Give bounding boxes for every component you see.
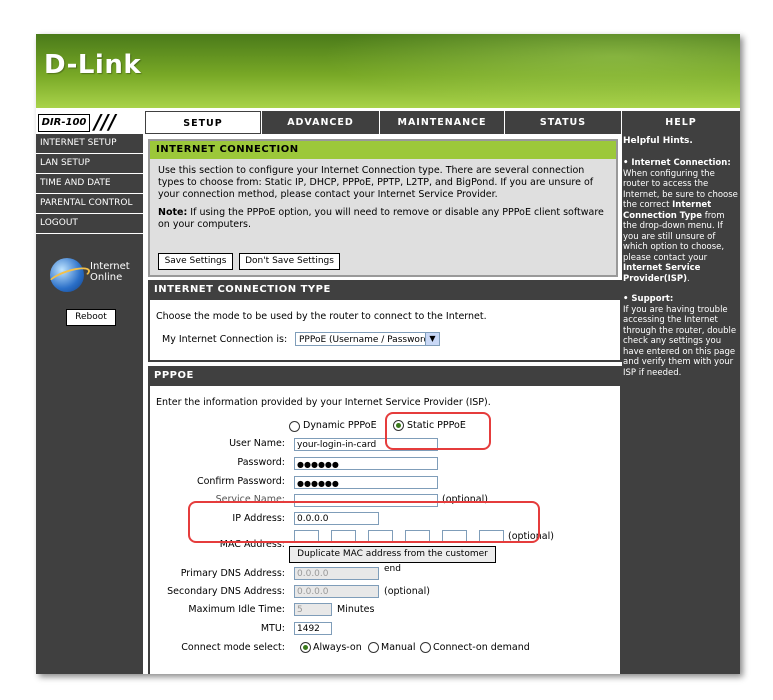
username-label: User Name: <box>229 438 285 449</box>
sidebar-item-internet-setup[interactable]: INTERNET SETUP <box>36 134 143 154</box>
service-name-input[interactable] <box>294 494 438 507</box>
idle-time-unit: Minutes <box>337 604 375 615</box>
tab-setup[interactable]: SETUP <box>145 111 261 134</box>
dynamic-pppoe-label: Dynamic PPPoE <box>303 420 377 431</box>
tab-status[interactable]: STATUS <box>505 111 621 134</box>
tab-maintenance[interactable]: MAINTENANCE <box>380 111 504 134</box>
hint-support-title: • Support: <box>623 294 674 304</box>
connect-on-demand-label: Connect-on demand <box>433 642 530 653</box>
mac-octet-5[interactable] <box>442 530 467 543</box>
tab-help[interactable]: HELP <box>622 111 740 134</box>
save-settings-button[interactable]: Save Settings <box>158 253 233 270</box>
helpful-hints-panel: Helpful Hints. • Internet Connection: Wh… <box>622 134 740 674</box>
primary-dns-label: Primary DNS Address: <box>180 568 285 579</box>
secondary-dns-input[interactable]: 0.0.0.0 <box>294 585 379 598</box>
dns2-optional-text: (optional) <box>384 586 430 597</box>
section-title: INTERNET CONNECTION <box>150 141 616 159</box>
top-nav: DIR-100 /// SETUP ADVANCED MAINTENANCE S… <box>36 111 740 134</box>
sidebar-item-parental-control[interactable]: PARENTAL CONTROL <box>36 194 143 214</box>
dont-save-settings-button[interactable]: Don't Save Settings <box>239 253 340 270</box>
hint-support: • Support: If you are having trouble acc… <box>622 294 740 378</box>
internet-status-text: Internet Online <box>90 261 130 283</box>
connect-mode-label: Connect mode select: <box>181 642 285 653</box>
mtu-input[interactable]: 1492 <box>294 622 332 635</box>
conn-type-label: My Internet Connection is: <box>162 334 288 345</box>
service-optional-text: (optional) <box>442 494 488 505</box>
mac-octet-1[interactable] <box>294 530 319 543</box>
service-name-label: Service Name: <box>215 494 285 505</box>
primary-dns-input[interactable]: 0.0.0.0 <box>294 567 379 580</box>
connection-type-select[interactable]: PPPoE (Username / Password) ▼ <box>295 332 440 346</box>
always-on-radio[interactable] <box>300 642 311 653</box>
model-badge: DIR-100 /// <box>36 111 143 134</box>
status-line-1: Internet <box>90 261 130 272</box>
reboot-button[interactable]: Reboot <box>66 309 116 326</box>
hint-internet-connection: • Internet Connection: When configuring … <box>622 158 740 284</box>
chevron-down-icon: ▼ <box>425 333 439 345</box>
pppoe-description: Enter the information provided by your I… <box>156 397 491 408</box>
section-title: INTERNET CONNECTION TYPE <box>154 284 331 295</box>
confirm-password-input[interactable]: ●●●●●● <box>294 476 438 489</box>
internet-status: Internet Online <box>50 258 140 298</box>
mac-optional-text: (optional) <box>508 531 554 542</box>
sidebar-item-lan-setup[interactable]: LAN SETUP <box>36 154 143 174</box>
hint-ic-title: • Internet Connection: <box>623 158 731 168</box>
conn-type-description: Choose the mode to be used by the router… <box>156 311 487 322</box>
idle-time-label: Maximum Idle Time: <box>188 604 285 615</box>
confirm-password-label: Confirm Password: <box>196 476 285 487</box>
model-slashes-decor: /// <box>94 110 116 134</box>
dynamic-pppoe-radio[interactable] <box>289 421 300 432</box>
mac-octet-2[interactable] <box>331 530 356 543</box>
clone-mac-button[interactable]: Duplicate MAC address from the customer … <box>289 546 496 574</box>
header-banner: D-Link <box>36 34 740 108</box>
connection-type-section: INTERNET CONNECTION TYPE Choose the mode… <box>148 280 622 362</box>
intro-note: Note: If using the PPPoE option, you wil… <box>158 207 608 231</box>
hints-title: Helpful Hints. <box>623 136 693 146</box>
ip-address-label: IP Address: <box>232 513 285 524</box>
globe-icon <box>50 258 84 292</box>
static-pppoe-radio[interactable] <box>393 420 404 431</box>
sidebar: INTERNET SETUP LAN SETUP TIME AND DATE P… <box>36 134 143 674</box>
static-pppoe-label: Static PPPoE <box>407 420 466 431</box>
main-content: INTERNET CONNECTION Use this section to … <box>143 134 622 674</box>
manual-label: Manual <box>381 642 416 653</box>
secondary-dns-label: Secondary DNS Address: <box>167 586 285 597</box>
sidebar-item-time-and-date[interactable]: TIME AND DATE <box>36 174 143 194</box>
pppoe-section: PPPOE Enter the information provided by … <box>148 366 622 674</box>
connection-type-value: PPPoE (Username / Password) <box>299 335 433 345</box>
hint-support-text: If you are having trouble accessing the … <box>623 304 737 378</box>
mac-octet-4[interactable] <box>405 530 430 543</box>
mac-address-label: MAC Address: <box>219 539 285 550</box>
internet-connection-section: INTERNET CONNECTION Use this section to … <box>148 139 618 277</box>
sidebar-item-logout[interactable]: LOGOUT <box>36 214 143 234</box>
mtu-label: MTU: <box>260 623 285 634</box>
idle-time-input[interactable]: 5 <box>294 603 332 616</box>
router-admin-window: D-Link DIR-100 /// SETUP ADVANCED MAINTE… <box>36 34 740 674</box>
note-text: If using the PPPoE option, you will need… <box>158 207 604 230</box>
note-label: Note: <box>158 207 188 218</box>
intro-text: Use this section to configure your Inter… <box>158 165 594 200</box>
always-on-label: Always-on <box>313 642 362 653</box>
password-label: Password: <box>237 457 285 468</box>
mac-octet-6[interactable] <box>479 530 504 543</box>
mac-octet-3[interactable] <box>368 530 393 543</box>
model-label: DIR-100 <box>38 114 90 132</box>
section-title: PPPOE <box>154 370 194 381</box>
dlink-logo: D-Link <box>44 50 142 80</box>
hint-ic-text3: . <box>687 273 690 284</box>
status-line-2: Online <box>90 272 123 283</box>
password-input[interactable]: ●●●●●● <box>294 457 438 470</box>
connect-on-demand-radio[interactable] <box>420 642 431 653</box>
username-input[interactable]: your-login-in-card <box>294 438 438 451</box>
ip-address-input[interactable]: 0.0.0.0 <box>294 512 379 525</box>
tab-advanced[interactable]: ADVANCED <box>262 111 379 134</box>
manual-radio[interactable] <box>368 642 379 653</box>
